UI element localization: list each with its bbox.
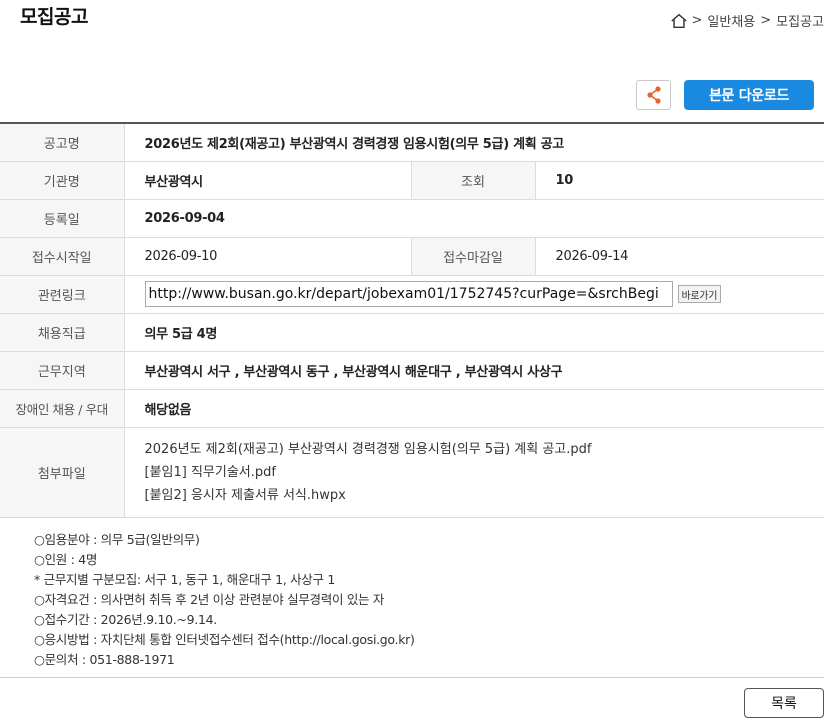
table-row: 기관명 부산광역시 조회 10 <box>0 161 824 200</box>
link-row: 바로가기 <box>144 281 824 307</box>
files-label: 첨부파일 <box>0 427 125 518</box>
share-icon <box>646 86 661 104</box>
table-row: 공고명 2026년도 제2회(재공고) 부산광역시 경력경쟁 임용시험(의무 5… <box>0 123 824 162</box>
notice-line: ○인원 : 4명 <box>34 552 98 567</box>
agency-label: 기관명 <box>0 161 125 200</box>
link-cell: 바로가기 <box>124 275 824 314</box>
table-row: 등록일 2026-09-04 <box>0 199 824 238</box>
list-button[interactable]: 목록 <box>744 688 824 718</box>
home-icon[interactable] <box>670 12 688 30</box>
related-link-field[interactable] <box>144 281 673 307</box>
region-label: 근무지역 <box>0 351 125 390</box>
table-row: 장애인 채용 / 우대 해당없음 <box>0 389 824 428</box>
page-title: 모집공고 <box>20 6 88 28</box>
notice-line: ○자격요건 : 의사면허 취득 후 2년 이상 관련분야 실무경력이 있는 자 <box>34 592 385 607</box>
title-label: 공고명 <box>0 123 125 162</box>
end-date-value: 2026-09-14 <box>535 237 824 276</box>
position-label: 채용직급 <box>0 313 125 352</box>
registered-label: 등록일 <box>0 199 125 238</box>
views-value: 10 <box>535 161 824 200</box>
table-row: 접수시작일 2026-09-10 접수마감일 2026-09-14 <box>0 237 824 276</box>
start-date-label: 접수시작일 <box>0 237 125 276</box>
job-detail-table: 공고명 2026년도 제2회(재공고) 부산광역시 경력경쟁 임용시험(의무 5… <box>0 122 824 518</box>
breadcrumb-item-general[interactable]: 일반채용 <box>707 11 755 30</box>
table-row: 관련링크 바로가기 <box>0 275 824 314</box>
share-button[interactable] <box>636 80 671 110</box>
notice-body: ○임용분야 : 의무 5급(일반의무) ○인원 : 4명 * 근무지별 구분모집… <box>34 530 415 670</box>
table-row: 채용직급 의무 5급 4명 <box>0 313 824 352</box>
table-row: 근무지역 부산광역시 서구 , 부산광역시 동구 , 부산광역시 해운대구 , … <box>0 351 824 390</box>
breadcrumb-separator: > <box>691 13 703 28</box>
table-row: 첨부파일 2026년도 제2회(재공고) 부산광역시 경력경쟁 임용시험(의무 … <box>0 427 824 518</box>
views-label: 조회 <box>410 161 536 200</box>
files-cell: 2026년도 제2회(재공고) 부산광역시 경력경쟁 임용시험(의무 5급) 계… <box>124 427 824 518</box>
position-value: 의무 5급 4명 <box>124 313 824 352</box>
file-link[interactable]: [붙임2] 응시자 제출서류 서식.hwpx <box>145 484 824 507</box>
start-date-value: 2026-09-10 <box>124 237 411 276</box>
end-date-label: 접수마감일 <box>410 237 536 276</box>
notice-line: * 근무지별 구분모집: 서구 1, 동구 1, 해운대구 1, 사상구 1 <box>34 572 336 587</box>
registered-value: 2026-09-04 <box>124 199 824 238</box>
breadcrumb: > 일반채용 > 모집공고 <box>670 11 824 30</box>
region-value: 부산광역시 서구 , 부산광역시 동구 , 부산광역시 해운대구 , 부산광역시… <box>124 351 824 390</box>
title-value: 2026년도 제2회(재공고) 부산광역시 경력경쟁 임용시험(의무 5급) 계… <box>124 123 824 162</box>
breadcrumb-item-current: 모집공고 <box>776 15 824 30</box>
go-link-button[interactable]: 바로가기 <box>677 285 722 303</box>
notice-line: ○임용분야 : 의무 5급(일반의무) <box>34 532 200 547</box>
link-label: 관련링크 <box>0 275 125 314</box>
disabled-value: 해당없음 <box>124 389 824 428</box>
file-link[interactable]: [붙임1] 직무기술서.pdf <box>145 461 824 484</box>
notice-line: ○문의처 : 051-888-1971 <box>34 652 175 667</box>
disabled-label: 장애인 채용 / 우대 <box>0 389 125 428</box>
file-link[interactable]: 2026년도 제2회(재공고) 부산광역시 경력경쟁 임용시험(의무 5급) 계… <box>145 438 824 461</box>
breadcrumb-separator: > <box>760 13 772 28</box>
divider <box>0 677 824 678</box>
notice-line: ○접수기간 : 2026년.9.10.~9.14. <box>34 612 217 627</box>
agency-value: 부산광역시 <box>124 161 411 200</box>
file-list: 2026년도 제2회(재공고) 부산광역시 경력경쟁 임용시험(의무 5급) 계… <box>125 428 824 517</box>
notice-line: ○응시방법 : 자치단체 통합 인터넷접수센터 접수(http://local.… <box>34 632 415 647</box>
download-button[interactable]: 본문 다운로드 <box>684 80 814 110</box>
